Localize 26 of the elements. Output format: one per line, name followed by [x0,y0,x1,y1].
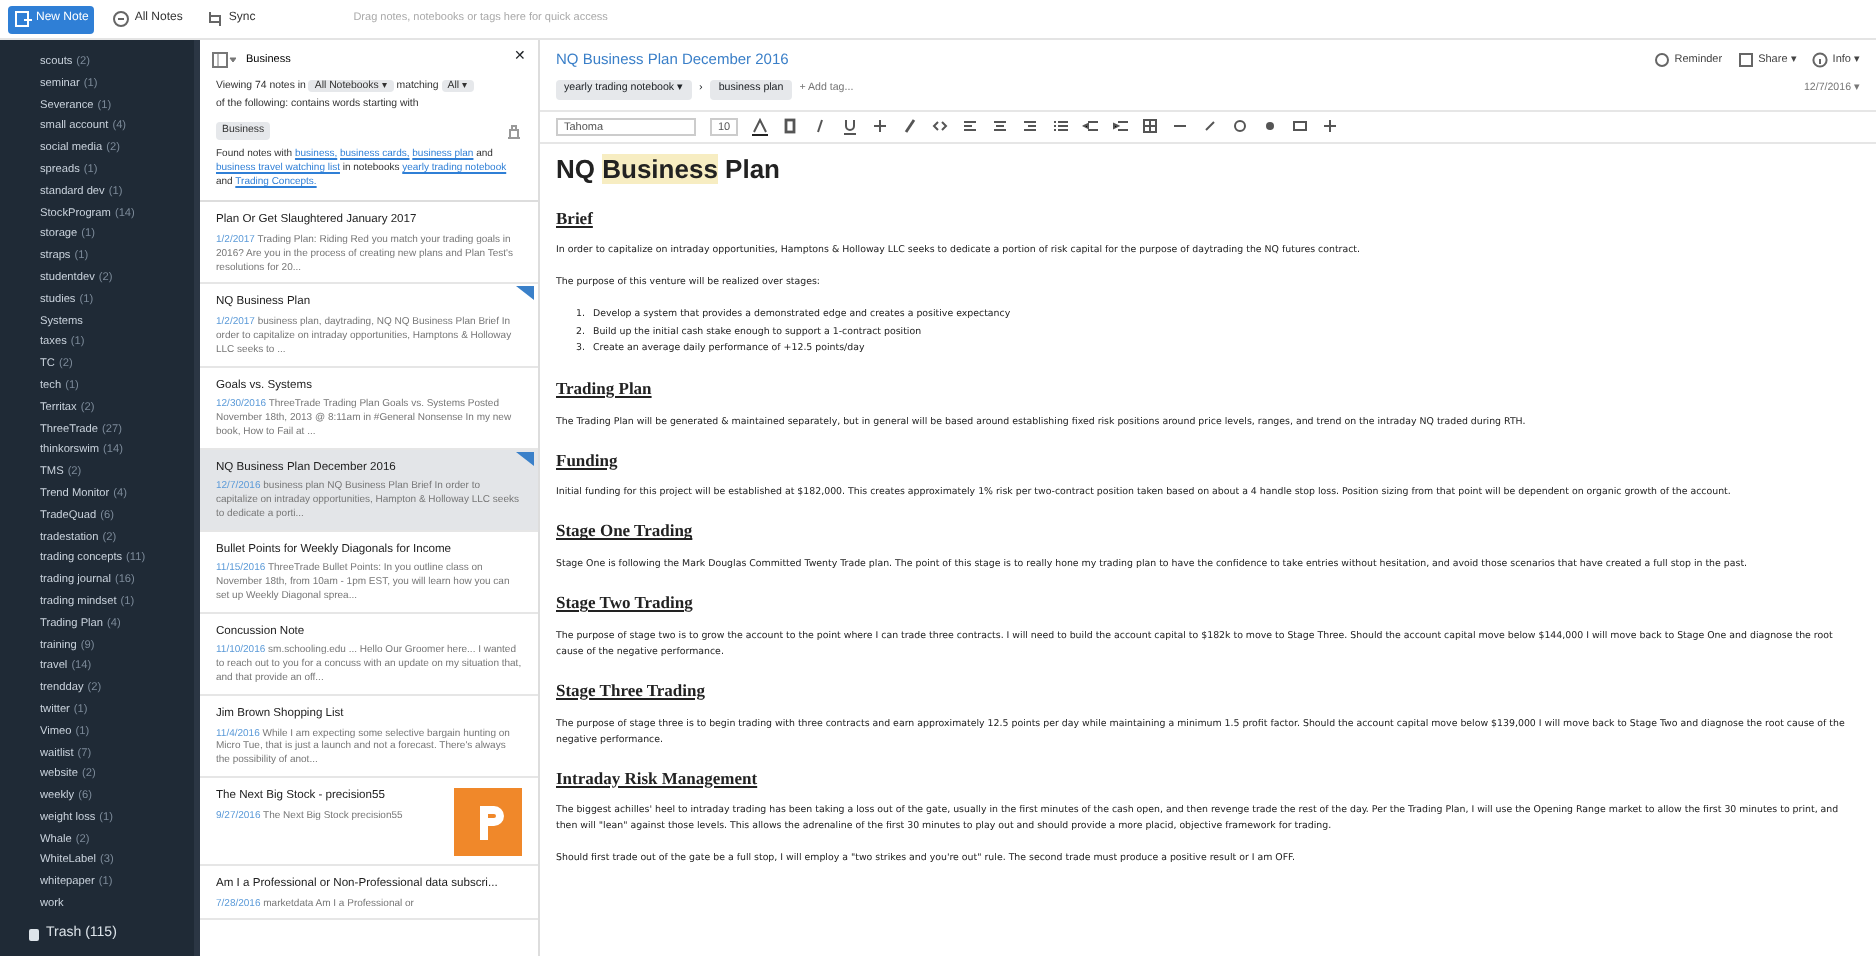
view-options-icon [212,51,236,67]
note-heading: Business [602,154,718,185]
text-color-icon[interactable] [752,118,769,137]
indent-icon[interactable] [1112,118,1129,137]
note-heading: NQ [556,154,597,185]
section-heading: Funding [556,447,620,473]
underline-icon[interactable] [842,118,859,137]
section-heading: Intraday Risk Management [556,765,760,791]
table-icon[interactable] [1142,118,1159,137]
italic-icon[interactable] [812,118,829,137]
note-icon [14,10,32,28]
trash-icon [28,925,40,942]
section-heading: Stage Two Trading [556,590,695,616]
outdent-icon[interactable] [1082,118,1099,137]
align-center-icon[interactable] [992,118,1009,137]
section-heading: Stage One Trading [556,518,695,545]
section-heading: Trading Plan [556,375,654,402]
info-icon [1812,51,1829,68]
list-icon[interactable] [1052,118,1069,137]
align-left-icon[interactable] [962,118,979,137]
section-heading: Stage Three Trading [556,677,707,704]
align-right-icon[interactable] [1022,118,1039,137]
notes-icon [112,10,131,28]
note-heading: Plan [723,154,781,185]
reminder-icon [1654,51,1671,68]
section-heading: Brief [556,205,595,231]
